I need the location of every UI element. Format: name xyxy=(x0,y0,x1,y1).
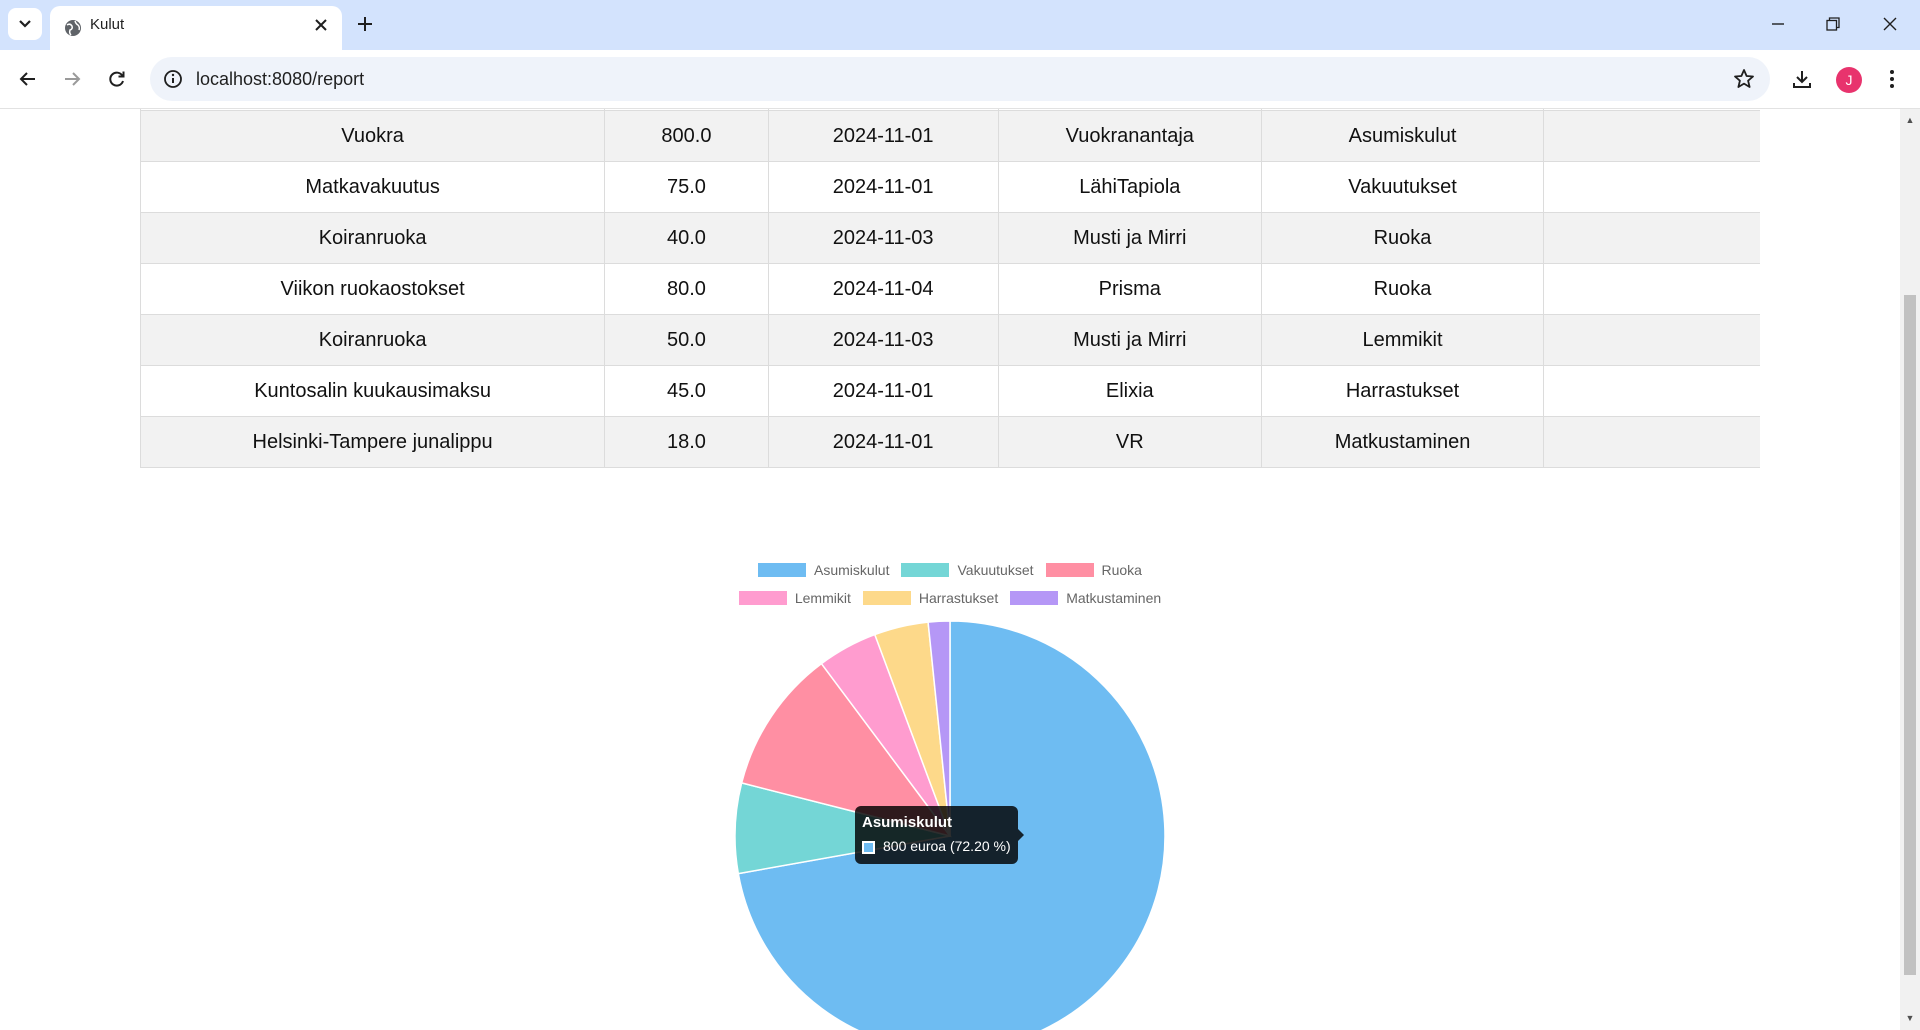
arrow-left-icon xyxy=(19,72,35,86)
menu-button[interactable] xyxy=(1878,65,1906,93)
scroll-down-arrow[interactable]: ▼ xyxy=(1904,1012,1916,1024)
download-icon xyxy=(1793,71,1811,88)
tooltip-swatch xyxy=(862,841,875,854)
restore-button[interactable] xyxy=(1811,6,1855,42)
scroll-up-arrow[interactable]: ▲ xyxy=(1904,114,1916,126)
close-window-button[interactable] xyxy=(1868,6,1912,42)
forward-button[interactable] xyxy=(54,61,90,97)
info-icon[interactable] xyxy=(162,68,184,90)
new-tab-button[interactable] xyxy=(352,10,378,38)
tab-strip: Kulut xyxy=(0,0,1920,50)
profile-avatar[interactable]: J xyxy=(1836,67,1862,93)
close-icon xyxy=(315,19,327,31)
star-icon[interactable] xyxy=(1732,67,1756,91)
more-vertical-icon xyxy=(1890,70,1894,88)
tab-title: Kulut xyxy=(90,16,125,33)
restore-icon xyxy=(1826,17,1840,31)
page-content: Vuokra 800.0 2024-11-01 Vuokranantaja As… xyxy=(0,109,1900,1030)
back-button[interactable] xyxy=(10,61,46,97)
reload-icon xyxy=(109,71,125,87)
reload-button[interactable] xyxy=(99,61,135,97)
scrollbar-thumb[interactable] xyxy=(1904,295,1916,975)
tooltip-body: 800 euroa (72.20 %) xyxy=(883,838,1011,854)
chevron-down-icon xyxy=(19,20,31,28)
plus-icon xyxy=(358,17,372,31)
downloads-button[interactable] xyxy=(1788,65,1816,93)
tooltip-title: Asumiskulut xyxy=(862,814,953,831)
active-tab[interactable]: Kulut xyxy=(50,6,342,50)
minimize-icon xyxy=(1772,23,1784,25)
arrow-right-icon xyxy=(65,72,81,86)
url-text[interactable]: localhost:8080/report xyxy=(196,57,364,101)
pie-chart[interactable] xyxy=(0,109,1900,1030)
tab-search-button[interactable] xyxy=(8,8,42,40)
address-bar[interactable]: localhost:8080/report xyxy=(150,57,1770,101)
chart-tooltip: Asumiskulut 800 euroa (72.20 %) xyxy=(855,806,1024,864)
minimize-button[interactable] xyxy=(1756,6,1800,42)
close-tab-button[interactable] xyxy=(310,14,332,36)
browser-toolbar: localhost:8080/report J xyxy=(0,50,1920,109)
close-icon xyxy=(1883,17,1897,31)
globe-icon xyxy=(65,20,81,36)
tooltip-caret xyxy=(1018,829,1024,841)
